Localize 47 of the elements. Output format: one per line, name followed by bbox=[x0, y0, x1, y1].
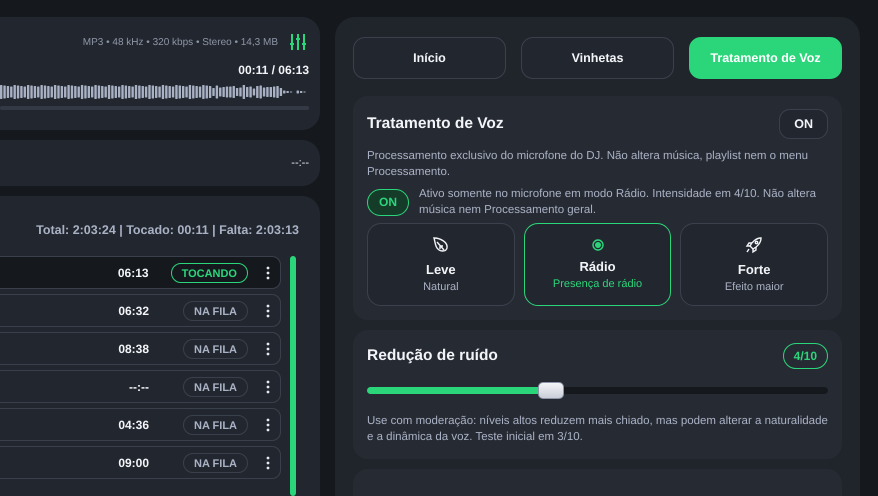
more-icon[interactable] bbox=[266, 380, 270, 394]
queue-row[interactable]: 06:32 NA FILA bbox=[0, 294, 281, 327]
tab[interactable]: Início bbox=[353, 37, 506, 79]
more-icon[interactable] bbox=[266, 304, 270, 318]
hint-text: Use com moderação: níveis altos reduzem mais chiado, mas podem alterar a naturalidade e a dinâmica da voz. Teste inicial em 3/10. bbox=[367, 414, 828, 445]
queue-row[interactable]: 08:38 NA FILA bbox=[0, 332, 281, 365]
rocket-icon bbox=[745, 236, 764, 254]
queue-summary: Total: 2:03:24 | Tocado: 00:11 | Falta: 2:03:13 bbox=[35, 223, 300, 237]
radio-dot-icon bbox=[592, 239, 604, 251]
status-badge: NA FILA bbox=[183, 414, 248, 434]
status-badge: NA FILA bbox=[183, 300, 248, 320]
more-icon[interactable] bbox=[266, 456, 270, 470]
slider-thumb[interactable] bbox=[538, 382, 564, 399]
preset-option[interactable]: Leve Natural bbox=[367, 223, 515, 306]
track-duration: --:-- bbox=[129, 380, 150, 394]
preset-option[interactable]: Rádio Presença de rádio bbox=[524, 223, 672, 306]
track-duration: 09:00 bbox=[118, 456, 150, 470]
section-title: Redução de ruído bbox=[367, 347, 498, 365]
status-pill: ON bbox=[367, 188, 409, 216]
status-badge: NA FILA bbox=[183, 452, 248, 472]
status-badge: TOCANDO bbox=[170, 262, 248, 282]
toggle-button[interactable]: ON bbox=[779, 109, 828, 139]
queue-row[interactable]: 06:13 TOCANDO bbox=[0, 256, 281, 289]
status-note: Ativo somente no microfone em modo Rádio. Intensidade em 4/10. Não altera música nem Processamento geral. bbox=[419, 187, 817, 218]
queue-row[interactable]: 04:36 NA FILA bbox=[0, 408, 281, 441]
value-badge: 4/10 bbox=[782, 343, 828, 369]
more-icon[interactable] bbox=[266, 266, 270, 280]
playback-time: 00:11 / 06:13 bbox=[237, 63, 309, 77]
next-time: --:-- bbox=[291, 156, 309, 169]
status-badge: NA FILA bbox=[183, 338, 248, 358]
description: Processamento exclusivo do microfone do DJ. Não altera música, playlist nem o menu Processamento. bbox=[367, 149, 810, 180]
more-icon[interactable] bbox=[266, 342, 270, 356]
track-duration: 08:38 bbox=[118, 342, 150, 356]
queue-row[interactable]: 09:00 NA FILA bbox=[0, 446, 281, 479]
track-duration: 04:36 bbox=[118, 418, 150, 432]
file-info: MP3 • 48 kHz • 320 kbps • Stereo • 14,3 MB bbox=[82, 36, 278, 48]
track-duration: 06:13 bbox=[118, 266, 149, 280]
equalizer-icon[interactable] bbox=[290, 33, 306, 51]
feather-icon bbox=[432, 236, 450, 254]
more-icon[interactable] bbox=[266, 418, 270, 432]
tab[interactable]: Vinhetas bbox=[521, 37, 674, 79]
queue-row[interactable]: --:-- NA FILA bbox=[0, 370, 281, 403]
scrollbar-thumb[interactable] bbox=[290, 256, 296, 496]
preset-option[interactable]: Forte Efeito maior bbox=[680, 223, 828, 306]
status-badge: NA FILA bbox=[183, 376, 248, 396]
section-title: Tratamento de Voz bbox=[367, 115, 504, 133]
track-duration: 06:32 bbox=[118, 304, 150, 318]
